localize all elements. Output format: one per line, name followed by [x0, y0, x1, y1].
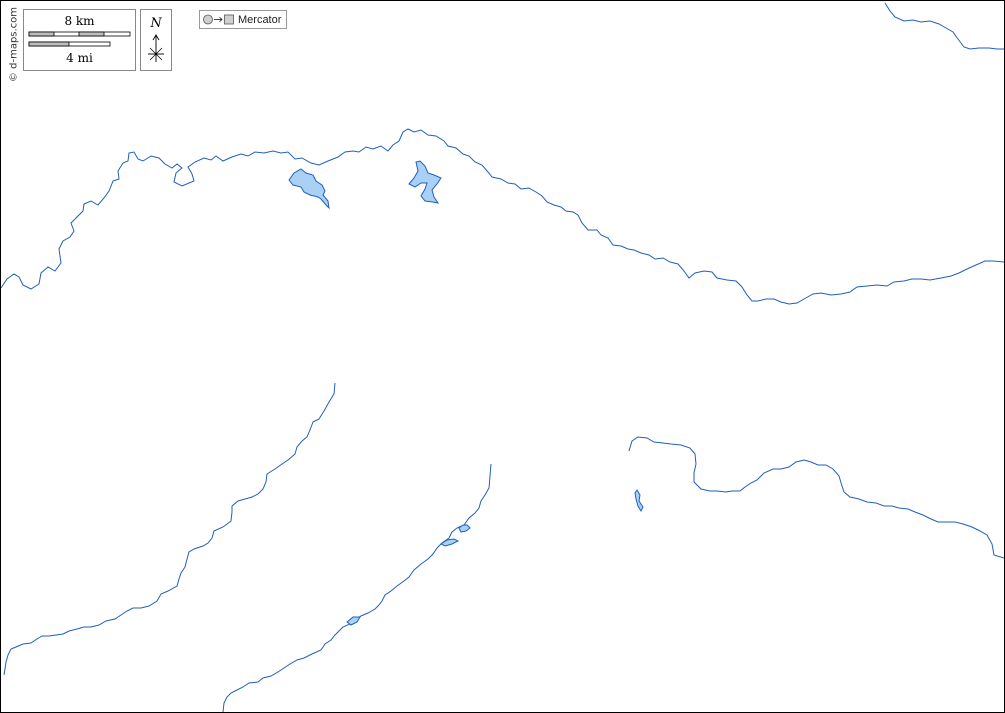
north-river	[1, 128, 1004, 305]
projection-indicator: Mercator	[199, 10, 287, 29]
map-canvas[interactable]: © d-maps.com 8 km 4 mi N Mercator	[0, 0, 1005, 713]
north-lake-west	[288, 168, 330, 210]
scale-mi-label: 4 mi	[66, 51, 93, 65]
projection-label: Mercator	[238, 13, 282, 26]
northeast-stream	[884, 2, 1004, 50]
compass-star-icon	[148, 34, 164, 62]
southwest-river	[3, 382, 336, 676]
south-pond-lower	[346, 616, 361, 626]
east-pond-narrow	[634, 489, 644, 513]
north-lake-east	[408, 160, 442, 204]
globe-to-rectangle-icon	[203, 14, 234, 25]
map-drawing	[1, 2, 1004, 712]
south-pond-middle	[440, 538, 460, 547]
copyright-text: © d-maps.com	[8, 6, 20, 83]
scale-bar: 8 km 4 mi	[23, 9, 136, 71]
north-arrow: N	[140, 9, 172, 71]
south-river	[222, 463, 492, 712]
east-river	[628, 436, 1004, 559]
